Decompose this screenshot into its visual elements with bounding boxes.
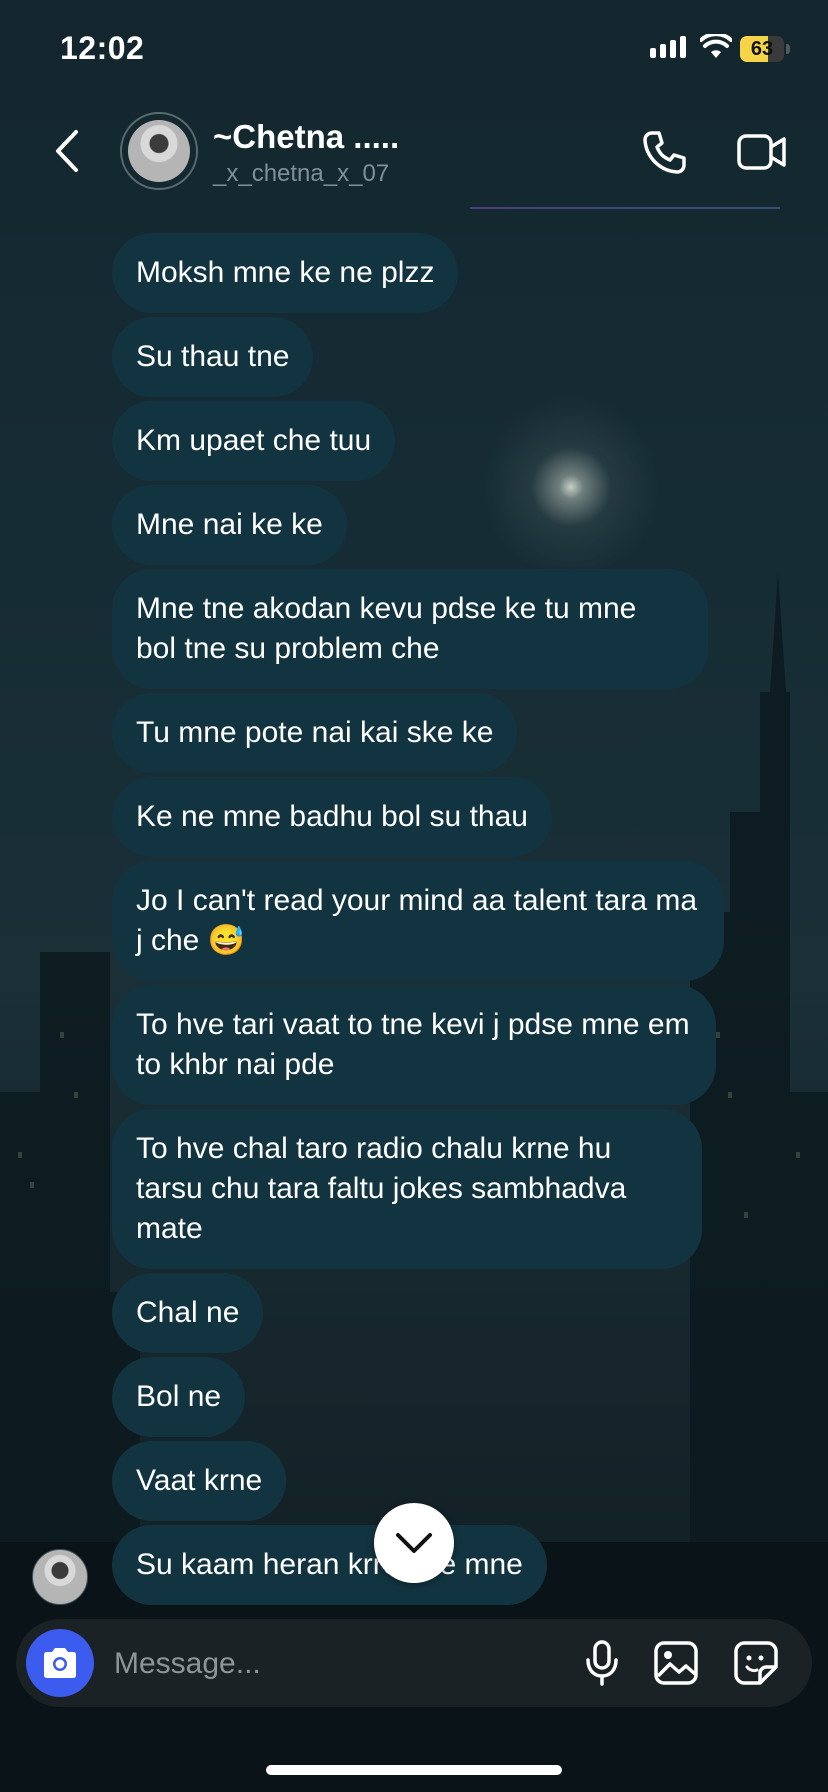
message-input[interactable] — [112, 1619, 496, 1709]
microphone-icon — [586, 1640, 618, 1686]
wifi-icon — [700, 34, 732, 58]
message-bubble[interactable]: To hve tari vaat to tne kevi j pdse mne … — [112, 985, 716, 1105]
battery-cap — [786, 44, 790, 54]
chevron-left-icon[interactable] — [52, 128, 82, 174]
gallery-button[interactable] — [652, 1639, 700, 1687]
message-bubble[interactable]: Bol ne — [112, 1357, 246, 1437]
phone-icon[interactable] — [640, 128, 688, 176]
cellular-signal-icon — [650, 36, 686, 58]
message-bubble[interactable]: Tu mne pote nai kai ske ke — [112, 693, 518, 773]
scroll-to-bottom-button[interactable] — [374, 1503, 454, 1583]
sticker-button[interactable] — [732, 1639, 780, 1687]
message-bubble[interactable]: Su kaam heran krre che mne — [112, 1525, 547, 1605]
message-composer — [16, 1619, 812, 1709]
message-bubble[interactable]: Jo I can't read your mind aa talent tara… — [112, 861, 724, 981]
contact-avatar[interactable] — [120, 112, 198, 190]
message-bubble[interactable]: Moksh mne ke ne plzz — [112, 233, 459, 313]
microphone-button[interactable] — [578, 1639, 626, 1687]
contact-handle[interactable]: _x_chetna_x_07 — [213, 160, 389, 188]
message-bubble[interactable]: Mne tne akodan kevu pdse ke tu mne bol t… — [112, 569, 708, 689]
camera-icon — [44, 1648, 76, 1678]
battery-icon: 63 — [740, 36, 784, 62]
camera-button[interactable] — [26, 1629, 94, 1697]
status-bar: 12:02 63 — [0, 0, 828, 100]
battery-percent: 63 — [750, 38, 774, 60]
message-bubble[interactable]: Ke ne mne badhu bol su thau — [112, 777, 552, 857]
message-bubble[interactable]: Chal ne — [112, 1273, 264, 1353]
message-bubble[interactable]: Vaat krne — [112, 1441, 287, 1521]
video-camera-icon[interactable] — [736, 130, 788, 174]
home-indicator[interactable] — [266, 1765, 562, 1775]
status-time: 12:02 — [60, 30, 145, 66]
avatar — [128, 120, 190, 182]
image-icon — [654, 1641, 698, 1685]
contact-name[interactable]: ~Chetna ..... — [213, 118, 399, 156]
message-bubble[interactable]: Su thau tne — [112, 317, 314, 397]
message-bubble[interactable]: Mne nai ke ke — [112, 485, 347, 565]
chevron-down-icon — [396, 1533, 432, 1553]
header-divider — [470, 207, 780, 209]
chat-header: ~Chetna ..... _x_chetna_x_07 — [0, 100, 828, 210]
sender-avatar[interactable] — [32, 1549, 88, 1605]
message-bubble[interactable]: Km upaet che tuu — [112, 401, 396, 481]
sticker-icon — [734, 1641, 778, 1685]
message-bubble[interactable]: To hve chal taro radio chalu krne hu tar… — [112, 1109, 702, 1269]
